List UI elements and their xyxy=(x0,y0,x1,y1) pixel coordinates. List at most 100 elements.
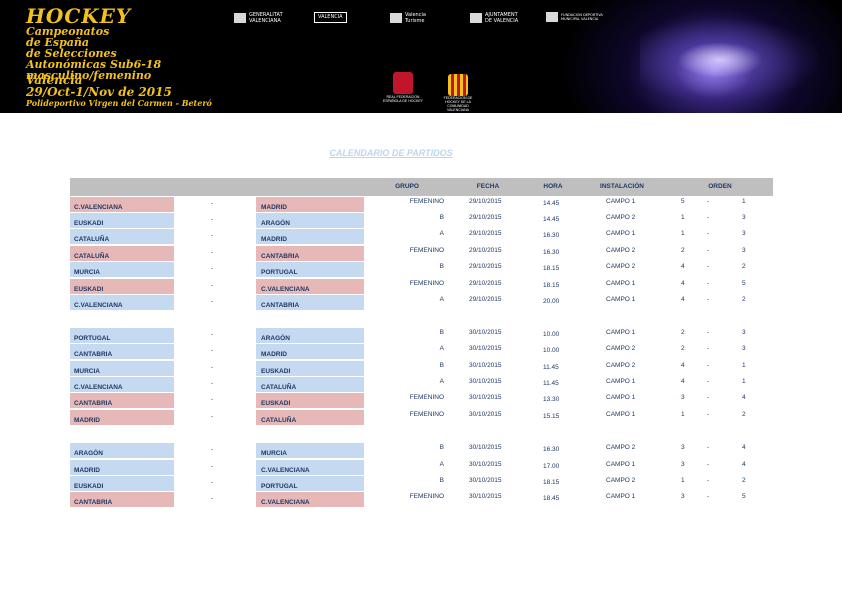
campo-cell: CAMPO 1 xyxy=(606,329,636,336)
grupo-cell: FEMENINO xyxy=(409,493,444,500)
orden-dash: - xyxy=(707,198,710,205)
campo-cell: CAMPO 1 xyxy=(606,280,636,287)
orden-home-cell: 1 xyxy=(681,230,685,237)
valencia-turisme-logo: Valencia Turisme xyxy=(390,12,439,24)
hora-cell: 18.15 xyxy=(543,265,560,272)
hora-cell: 14.45 xyxy=(543,200,560,207)
home-team: PORTUGAL xyxy=(70,328,174,343)
versus-dash: - xyxy=(211,298,214,305)
orden-dash: - xyxy=(707,461,710,468)
orden-home-cell: 3 xyxy=(681,493,685,500)
versus-dash: - xyxy=(211,232,214,239)
header-fecha: FECHA xyxy=(476,183,500,190)
orden-home-cell: 5 xyxy=(681,198,685,205)
orden-dash: - xyxy=(707,362,710,369)
versus-dash: - xyxy=(211,200,214,207)
orden-dash: - xyxy=(707,280,710,287)
orden-away-cell: 3 xyxy=(742,214,746,221)
hora-cell: 16.30 xyxy=(543,232,560,239)
versus-dash: - xyxy=(211,396,214,403)
away-team-text: CATALUÑA xyxy=(261,384,297,391)
orden-dash: - xyxy=(707,493,710,500)
grupo-cell: B xyxy=(439,444,444,451)
away-team: CANTABRIA xyxy=(256,295,364,310)
away-team: MADRID xyxy=(256,344,364,359)
hora-cell: 15.15 xyxy=(543,413,560,420)
home-team: CATALUÑA xyxy=(70,246,174,261)
campo-cell: CAMPO 2 xyxy=(606,477,636,484)
orden-dash: - xyxy=(707,214,710,221)
away-team-text: EUSKADI xyxy=(261,400,291,407)
grupo-cell: B xyxy=(439,362,444,369)
home-team: MURCIA xyxy=(70,361,174,376)
orden-home-cell: 1 xyxy=(681,214,685,221)
versus-dash: - xyxy=(211,446,214,453)
away-team: EUSKADI xyxy=(256,361,364,376)
home-team-text: CATALUÑA xyxy=(74,253,110,260)
hora-cell: 16.30 xyxy=(543,446,560,453)
home-team-text: CATALUÑA xyxy=(74,236,110,243)
rfeh-caption: REAL FEDERACION ESPAÑOLA DE HOCKEY xyxy=(383,95,424,103)
grupo-cell: FEMENINO xyxy=(409,411,444,418)
orden-home-cell: 2 xyxy=(681,345,685,352)
home-team-text: MADRID xyxy=(74,467,100,474)
campo-cell: CAMPO 2 xyxy=(606,214,636,221)
fundacion-icon xyxy=(546,12,558,22)
orden-away-cell: 3 xyxy=(742,230,746,237)
orden-home-cell: 3 xyxy=(681,394,685,401)
campo-cell: CAMPO 1 xyxy=(606,378,636,385)
grupo-cell: B xyxy=(439,263,444,270)
away-team: C.VALENCIANA xyxy=(256,460,364,475)
campo-cell: CAMPO 1 xyxy=(606,411,636,418)
hora-cell: 10.00 xyxy=(543,331,560,338)
hora-cell: 11.45 xyxy=(543,364,559,371)
away-team: EUSKADI xyxy=(256,393,364,408)
away-team-text: PORTUGAL xyxy=(261,483,298,490)
home-team: EUSKADI xyxy=(70,279,174,294)
home-team: EUSKADI xyxy=(70,213,174,228)
grupo-cell: A xyxy=(439,378,444,385)
away-team: C.VALENCIANA xyxy=(256,279,364,294)
grupo-cell: A xyxy=(439,296,444,303)
orden-home-cell: 2 xyxy=(681,247,685,254)
fecha-cell: 30/10/2015 xyxy=(469,477,502,484)
away-team-text: EUSKADI xyxy=(261,368,291,375)
away-team: MURCIA xyxy=(256,443,364,458)
header-orden: ORDEN xyxy=(708,183,732,190)
versus-dash: - xyxy=(211,479,214,486)
fecha-cell: 30/10/2015 xyxy=(469,444,502,451)
home-team: EUSKADI xyxy=(70,476,174,491)
fecha-cell: 29/10/2015 xyxy=(469,280,502,287)
orden-home-cell: 4 xyxy=(681,263,685,270)
home-team-text: CANTABRIA xyxy=(74,400,113,407)
fundacion-deportiva-logo: FUNDACION DEPORTIVA MUNICIPAL VALENCIA xyxy=(546,12,607,22)
home-team-text: C.VALENCIANA xyxy=(74,384,123,391)
versus-dash: - xyxy=(211,380,214,387)
campo-cell: CAMPO 1 xyxy=(606,198,636,205)
away-team-text: CANTABRIA xyxy=(261,302,300,309)
orden-away-cell: 3 xyxy=(742,345,746,352)
away-team-text: MURCIA xyxy=(261,450,287,457)
home-team: C.VALENCIANA xyxy=(70,295,174,310)
home-team-text: EUSKADI xyxy=(74,286,104,293)
fecha-cell: 30/10/2015 xyxy=(469,411,502,418)
away-team-text: MADRID xyxy=(261,236,287,243)
home-team-text: MADRID xyxy=(74,417,100,424)
ajuntament-icon xyxy=(470,13,482,23)
home-team-text: MURCIA xyxy=(74,269,100,276)
fecha-cell: 29/10/2015 xyxy=(469,230,502,237)
versus-dash: - xyxy=(211,265,214,272)
orden-away-cell: 2 xyxy=(742,411,746,418)
orden-home-cell: 2 xyxy=(681,329,685,336)
page-title: CALENDARIO DE PARTIDOS xyxy=(329,148,453,158)
away-team-text: PORTUGAL xyxy=(261,269,298,276)
fhcv-caption: FEDERACION DE HOCKEY DE LA COMUNIDAD VAL… xyxy=(443,96,473,112)
campo-cell: CAMPO 2 xyxy=(606,362,636,369)
away-team: CANTABRIA xyxy=(256,246,364,261)
grupo-cell: B xyxy=(439,477,444,484)
banner-venue: Polideportivo Virgen del Carmen - Beteró xyxy=(26,98,212,108)
banner-dates: 29/Oct-1/Nov de 2015 xyxy=(26,85,172,99)
fecha-cell: 30/10/2015 xyxy=(469,378,502,385)
fecha-cell: 30/10/2015 xyxy=(469,461,502,468)
orden-dash: - xyxy=(707,263,710,270)
